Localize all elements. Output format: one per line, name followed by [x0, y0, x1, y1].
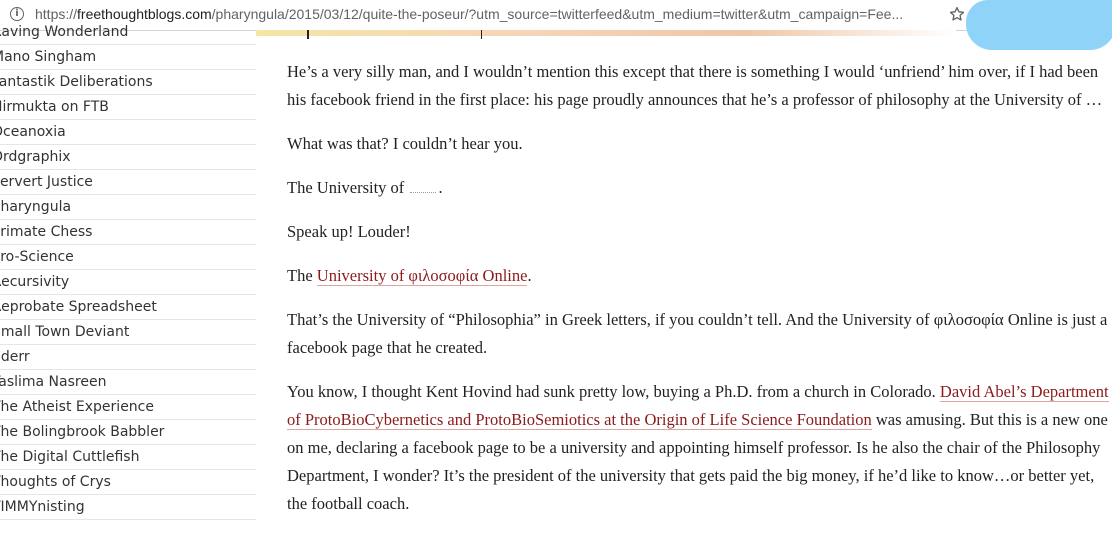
dotted-placeholder — [410, 178, 437, 193]
header-image-mark — [481, 30, 482, 39]
paragraph-text: The — [287, 266, 317, 285]
header-image-mark — [307, 30, 309, 39]
university-link[interactable]: University of φιλοσοφία Online — [316, 266, 528, 286]
sidebar-item[interactable]: Thoughts of Crys — [0, 470, 256, 495]
sidebar-item[interactable]: The Bolingbrook Babbler — [0, 420, 256, 445]
paragraph: The University of . — [287, 174, 1109, 202]
paragraph: That’s the University of “Philosophia” i… — [287, 306, 1109, 362]
paragraph: Speak up! Louder! — [287, 218, 1109, 246]
bookmark-star-icon[interactable] — [948, 4, 966, 24]
paragraph-text: What was that? I couldn’t hear you. — [287, 134, 523, 153]
sidebar-item[interactable]: The Digital Cuttlefish — [0, 445, 256, 470]
sidebar-item[interactable]: The Atheist Experience — [0, 395, 256, 420]
sidebar-item[interactable]: Nirmukta on FTB — [0, 95, 256, 120]
sidebar-item[interactable]: Sderr — [0, 345, 256, 370]
sidebar-blogroll: Raving Wonderland Mano Singham Fantastik… — [0, 20, 256, 520]
paragraph: You know, I thought Kent Hovind had sunk… — [287, 378, 1109, 518]
sidebar-item[interactable]: Pharyngula — [0, 195, 256, 220]
paragraph-text: You know, I thought Kent Hovind had sunk… — [287, 382, 940, 401]
sidebar-item[interactable]: Primate Chess — [0, 220, 256, 245]
sidebar-item[interactable]: Ordgraphix — [0, 145, 256, 170]
paragraph: The University of φιλοσοφία Online. — [287, 262, 1109, 290]
header-image-fragment — [256, 30, 956, 36]
sidebar-item[interactable]: Pro-Science — [0, 245, 256, 270]
paragraph: What was that? I couldn’t hear you. — [287, 130, 1109, 158]
sidebar-item[interactable]: TIMMYnisting — [0, 495, 256, 520]
paragraph-text: The University of — [287, 178, 409, 197]
sidebar-item[interactable]: Pervert Justice — [0, 170, 256, 195]
sidebar-item[interactable]: Fantastik Deliberations — [0, 70, 256, 95]
paragraph-text: Speak up! Louder! — [287, 222, 411, 241]
paragraph-text: That’s the University of “Philosophia” i… — [287, 310, 1108, 357]
redacted-profile-area — [966, 0, 1112, 50]
paragraph-text: . — [527, 266, 532, 285]
url-path: /pharyngula/2015/03/12/quite-the-poseur/… — [211, 6, 904, 22]
sidebar-item[interactable]: Mano Singham — [0, 45, 256, 70]
article-body: He’s a very silly man, and I wouldn’t me… — [287, 58, 1109, 534]
sidebar-item[interactable]: Recursivity — [0, 270, 256, 295]
paragraph-text: . — [438, 178, 443, 197]
paragraph: He’s a very silly man, and I wouldn’t me… — [287, 62, 1103, 109]
sidebar-item[interactable]: Raving Wonderland — [0, 20, 256, 45]
info-icon[interactable]: i — [10, 7, 24, 21]
sidebar-item[interactable]: Oceanoxia — [0, 120, 256, 145]
sidebar-item[interactable]: Small Town Deviant — [0, 320, 256, 345]
sidebar-item[interactable]: Reprobate Spreadsheet — [0, 295, 256, 320]
sidebar-item[interactable]: Taslima Nasreen — [0, 370, 256, 395]
